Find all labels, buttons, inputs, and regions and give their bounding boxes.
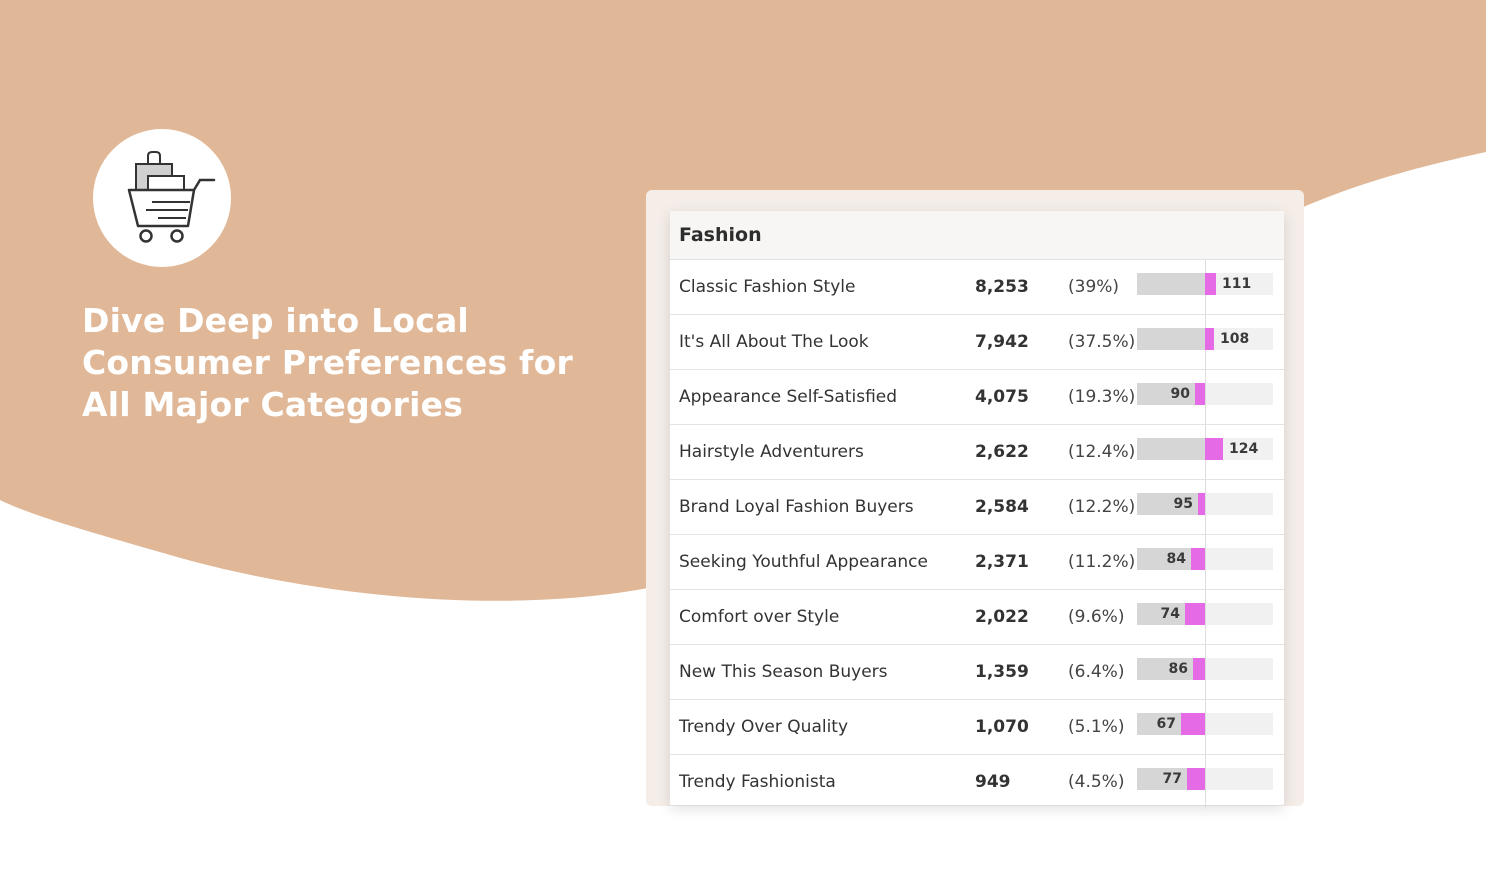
index-bar: 111	[1137, 260, 1273, 314]
index-bar-fill	[1205, 273, 1216, 295]
table-row: New This Season Buyers 1,359 (6.4%) 86	[670, 645, 1284, 700]
segment-name: It's All About The Look	[679, 332, 869, 352]
cart-badge	[93, 129, 231, 267]
segment-percent: (9.6%)	[1068, 607, 1125, 627]
segment-name: Brand Loyal Fashion Buyers	[679, 497, 914, 517]
segment-percent: (12.4%)	[1068, 442, 1136, 462]
table-row: Trendy Over Quality 1,070 (5.1%) 67	[670, 700, 1284, 755]
index-bar-base	[1137, 273, 1205, 295]
table-row: It's All About The Look 7,942 (37.5%) 108	[670, 315, 1284, 370]
segment-percent: (12.2%)	[1068, 497, 1136, 517]
segment-name: Trendy Over Quality	[679, 717, 849, 737]
index-bar: 90	[1137, 370, 1273, 424]
table-row: Seeking Youthful Appearance 2,371 (11.2%) 8…	[670, 535, 1284, 590]
table-row: Classic Fashion Style 8,253 (39%) 111	[670, 260, 1284, 315]
segment-count: 8,253	[975, 277, 1029, 297]
index-bar: 86	[1137, 645, 1273, 699]
index-bar-base	[1137, 438, 1205, 460]
segment-name: Classic Fashion Style	[679, 277, 856, 297]
segment-name: Comfort over Style	[679, 607, 840, 627]
index-baseline	[1205, 755, 1206, 809]
segment-count: 4,075	[975, 387, 1029, 407]
segment-name: Appearance Self-Satisfied	[679, 387, 898, 407]
index-value: 77	[1162, 771, 1182, 787]
index-bar-fill	[1205, 328, 1214, 350]
table-body: Classic Fashion Style 8,253 (39%) 111 It's A…	[670, 260, 1284, 809]
index-bar-fill	[1198, 493, 1205, 515]
index-value: 111	[1222, 276, 1252, 292]
table-row: Hairstyle Adventurers 2,622 (12.4%) 124	[670, 425, 1284, 480]
index-bar: 124	[1137, 425, 1273, 479]
segment-percent: (5.1%)	[1068, 717, 1125, 737]
index-bar-fill	[1191, 548, 1205, 570]
index-bar-fill	[1193, 658, 1205, 680]
index-value: 67	[1156, 716, 1176, 732]
index-value: 95	[1173, 496, 1193, 512]
segment-name: Seeking Youthful Appearance	[679, 552, 928, 572]
index-value: 74	[1160, 606, 1180, 622]
index-bar: 108	[1137, 315, 1273, 369]
segment-count: 2,022	[975, 607, 1029, 627]
table-title: Fashion	[670, 211, 1284, 260]
segment-count: 2,622	[975, 442, 1029, 462]
segment-count: 1,070	[975, 717, 1029, 737]
segment-count: 1,359	[975, 662, 1029, 682]
table-row: Brand Loyal Fashion Buyers 2,584 (12.2%) 95	[670, 480, 1284, 535]
table-row: Trendy Fashionista 949 (4.5%) 77	[670, 755, 1284, 809]
index-value: 108	[1220, 331, 1250, 347]
index-baseline	[1205, 645, 1206, 699]
segment-name: Hairstyle Adventurers	[679, 442, 864, 462]
segment-count: 2,371	[975, 552, 1029, 572]
segment-percent: (39%)	[1068, 277, 1120, 297]
index-baseline	[1205, 370, 1206, 424]
segment-name: New This Season Buyers	[679, 662, 888, 682]
segment-percent: (19.3%)	[1068, 387, 1136, 407]
index-bar-fill	[1187, 768, 1205, 790]
hero-headline: Dive Deep into Local Consumer Preference…	[82, 301, 573, 424]
table-row: Comfort over Style 2,022 (9.6%) 74	[670, 590, 1284, 645]
index-bar: 67	[1137, 700, 1273, 754]
fashion-table-card: Fashion Classic Fashion Style 8,253 (39%) 1…	[670, 211, 1284, 809]
index-value: 86	[1168, 661, 1188, 677]
segment-count: 949	[975, 772, 1011, 792]
index-value: 84	[1166, 551, 1186, 567]
shopping-cart-icon	[127, 151, 216, 243]
segment-percent: (6.4%)	[1068, 662, 1125, 682]
index-bar-fill	[1181, 713, 1205, 735]
segment-percent: (4.5%)	[1068, 772, 1125, 792]
index-baseline	[1205, 535, 1206, 589]
segment-percent: (37.5%)	[1068, 332, 1136, 352]
table-row: Appearance Self-Satisfied 4,075 (19.3%) 90	[670, 370, 1284, 425]
index-value: 124	[1229, 441, 1259, 457]
index-bar-fill	[1205, 438, 1223, 460]
index-bar-fill	[1185, 603, 1205, 625]
index-baseline	[1205, 480, 1206, 534]
index-bar-base	[1137, 328, 1205, 350]
index-bar: 77	[1137, 755, 1273, 809]
index-bar: 74	[1137, 590, 1273, 644]
segment-name: Trendy Fashionista	[679, 772, 836, 792]
segment-count: 2,584	[975, 497, 1029, 517]
index-baseline	[1205, 590, 1206, 644]
index-bar-fill	[1195, 383, 1205, 405]
index-bar: 95	[1137, 480, 1273, 534]
index-bar: 84	[1137, 535, 1273, 589]
index-value: 90	[1170, 386, 1190, 402]
segment-percent: (11.2%)	[1068, 552, 1136, 572]
segment-count: 7,942	[975, 332, 1029, 352]
index-baseline	[1205, 700, 1206, 754]
